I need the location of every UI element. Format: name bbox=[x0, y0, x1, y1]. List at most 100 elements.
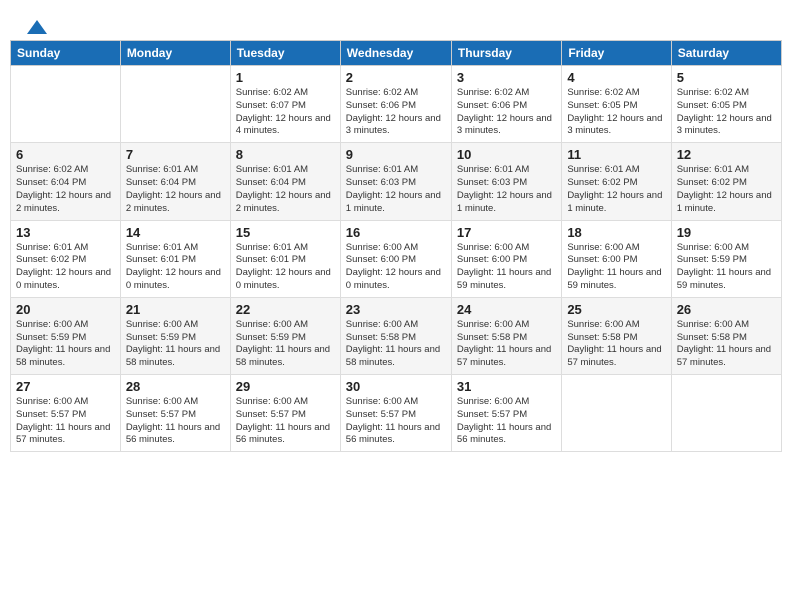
calendar-cell: 2 Sunrise: 6:02 AM Sunset: 6:06 PM Daylig… bbox=[340, 66, 451, 143]
calendar-cell: 29Sunrise: 6:00 AM Sunset: 5:57 PM Dayli… bbox=[230, 375, 340, 452]
calendar-cell bbox=[562, 375, 671, 452]
day-number: 25 bbox=[567, 302, 665, 317]
day-number: 6 bbox=[16, 147, 115, 162]
calendar-cell bbox=[120, 66, 230, 143]
day-number: 14 bbox=[126, 225, 225, 240]
calendar-cell: 25 Sunrise: 6:00 AM Sunset: 5:58 PM Dayli… bbox=[562, 297, 671, 374]
day-number: 12 bbox=[677, 147, 776, 162]
day-number: 24 bbox=[457, 302, 556, 317]
calendar-week-4: 20 Sunrise: 6:00 AM Sunset: 5:59 PM Dayli… bbox=[11, 297, 782, 374]
calendar-cell: 4Sunrise: 6:02 AM Sunset: 6:05 PM Daylig… bbox=[562, 66, 671, 143]
calendar-cell: 23 Sunrise: 6:00 AM Sunset: 5:58 PM Dayli… bbox=[340, 297, 451, 374]
day-number: 18 bbox=[567, 225, 665, 240]
calendar-header-monday: Monday bbox=[120, 41, 230, 66]
calendar-cell: 30Sunrise: 6:00 AM Sunset: 5:57 PM Dayli… bbox=[340, 375, 451, 452]
calendar-cell: 1 Sunrise: 6:02 AM Sunset: 6:07 PM Daylig… bbox=[230, 66, 340, 143]
calendar-header-friday: Friday bbox=[562, 41, 671, 66]
calendar-cell: 12 Sunrise: 6:01 AM Sunset: 6:02 PM Dayli… bbox=[671, 143, 781, 220]
day-number: 17 bbox=[457, 225, 556, 240]
calendar-cell: 17 Sunrise: 6:00 AM Sunset: 6:00 PM Dayli… bbox=[451, 220, 561, 297]
page-header bbox=[10, 10, 782, 35]
day-number: 26 bbox=[677, 302, 776, 317]
day-info: Sunrise: 6:01 AM Sunset: 6:04 PM Dayligh… bbox=[236, 164, 335, 215]
calendar-cell: 27Sunrise: 6:00 AM Sunset: 5:57 PM Dayli… bbox=[11, 375, 121, 452]
day-number: 31 bbox=[457, 379, 556, 394]
day-info: Sunrise: 6:02 AM Sunset: 6:05 PM Dayligh… bbox=[677, 87, 776, 138]
day-number: 22 bbox=[236, 302, 335, 317]
day-info: Sunrise: 6:02 AM Sunset: 6:06 PM Dayligh… bbox=[457, 87, 556, 138]
day-number: 28 bbox=[126, 379, 225, 394]
day-info: Sunrise: 6:00 AM Sunset: 6:00 PM Dayligh… bbox=[346, 242, 446, 293]
logo-icon bbox=[27, 20, 47, 34]
day-info: Sunrise: 6:01 AM Sunset: 6:04 PM Dayligh… bbox=[126, 164, 225, 215]
calendar-cell: 19Sunrise: 6:00 AM Sunset: 5:59 PM Dayli… bbox=[671, 220, 781, 297]
day-number: 13 bbox=[16, 225, 115, 240]
calendar-week-3: 13Sunrise: 6:01 AM Sunset: 6:02 PM Dayli… bbox=[11, 220, 782, 297]
calendar-cell bbox=[11, 66, 121, 143]
day-number: 3 bbox=[457, 70, 556, 85]
day-number: 30 bbox=[346, 379, 446, 394]
day-number: 10 bbox=[457, 147, 556, 162]
calendar-table: SundayMondayTuesdayWednesdayThursdayFrid… bbox=[10, 40, 782, 452]
calendar-cell: 16 Sunrise: 6:00 AM Sunset: 6:00 PM Dayli… bbox=[340, 220, 451, 297]
calendar-cell: 28 Sunrise: 6:00 AM Sunset: 5:57 PM Dayli… bbox=[120, 375, 230, 452]
calendar-cell: 15 Sunrise: 6:01 AM Sunset: 6:01 PM Dayli… bbox=[230, 220, 340, 297]
calendar-cell: 9 Sunrise: 6:01 AM Sunset: 6:03 PM Daylig… bbox=[340, 143, 451, 220]
day-info: Sunrise: 6:02 AM Sunset: 6:06 PM Dayligh… bbox=[346, 87, 446, 138]
calendar-week-1: 1 Sunrise: 6:02 AM Sunset: 6:07 PM Daylig… bbox=[11, 66, 782, 143]
day-number: 19 bbox=[677, 225, 776, 240]
day-info: Sunrise: 6:00 AM Sunset: 5:57 PM Dayligh… bbox=[126, 396, 225, 447]
calendar-cell: 3 Sunrise: 6:02 AM Sunset: 6:06 PM Daylig… bbox=[451, 66, 561, 143]
day-info: Sunrise: 6:00 AM Sunset: 5:59 PM Dayligh… bbox=[126, 319, 225, 370]
day-info: Sunrise: 6:00 AM Sunset: 6:00 PM Dayligh… bbox=[567, 242, 665, 293]
day-number: 16 bbox=[346, 225, 446, 240]
day-info: Sunrise: 6:01 AM Sunset: 6:02 PM Dayligh… bbox=[677, 164, 776, 215]
day-info: Sunrise: 6:01 AM Sunset: 6:01 PM Dayligh… bbox=[126, 242, 225, 293]
day-info: Sunrise: 6:00 AM Sunset: 6:00 PM Dayligh… bbox=[457, 242, 556, 293]
calendar-cell: 5 Sunrise: 6:02 AM Sunset: 6:05 PM Daylig… bbox=[671, 66, 781, 143]
day-info: Sunrise: 6:00 AM Sunset: 5:58 PM Dayligh… bbox=[567, 319, 665, 370]
day-number: 5 bbox=[677, 70, 776, 85]
calendar-cell: 21 Sunrise: 6:00 AM Sunset: 5:59 PM Dayli… bbox=[120, 297, 230, 374]
day-number: 23 bbox=[346, 302, 446, 317]
day-number: 1 bbox=[236, 70, 335, 85]
calendar-cell: 7 Sunrise: 6:01 AM Sunset: 6:04 PM Daylig… bbox=[120, 143, 230, 220]
calendar-header-sunday: Sunday bbox=[11, 41, 121, 66]
calendar-header-wednesday: Wednesday bbox=[340, 41, 451, 66]
calendar-cell: 31 Sunrise: 6:00 AM Sunset: 5:57 PM Dayli… bbox=[451, 375, 561, 452]
day-info: Sunrise: 6:01 AM Sunset: 6:02 PM Dayligh… bbox=[567, 164, 665, 215]
day-number: 15 bbox=[236, 225, 335, 240]
calendar-body: 1 Sunrise: 6:02 AM Sunset: 6:07 PM Daylig… bbox=[11, 66, 782, 452]
day-number: 9 bbox=[346, 147, 446, 162]
calendar-header-row: SundayMondayTuesdayWednesdayThursdayFrid… bbox=[11, 41, 782, 66]
calendar-header-tuesday: Tuesday bbox=[230, 41, 340, 66]
day-number: 27 bbox=[16, 379, 115, 394]
logo bbox=[25, 20, 49, 30]
calendar-cell: 13Sunrise: 6:01 AM Sunset: 6:02 PM Dayli… bbox=[11, 220, 121, 297]
day-number: 11 bbox=[567, 147, 665, 162]
day-info: Sunrise: 6:02 AM Sunset: 6:07 PM Dayligh… bbox=[236, 87, 335, 138]
calendar-cell: 18 Sunrise: 6:00 AM Sunset: 6:00 PM Dayli… bbox=[562, 220, 671, 297]
calendar-cell: 14 Sunrise: 6:01 AM Sunset: 6:01 PM Dayli… bbox=[120, 220, 230, 297]
day-number: 20 bbox=[16, 302, 115, 317]
calendar-cell: 6Sunrise: 6:02 AM Sunset: 6:04 PM Daylig… bbox=[11, 143, 121, 220]
day-number: 8 bbox=[236, 147, 335, 162]
calendar-cell: 8 Sunrise: 6:01 AM Sunset: 6:04 PM Daylig… bbox=[230, 143, 340, 220]
calendar-week-5: 27 Sunrise: 6:00 AM Sunset: 5:57 PM Dayli… bbox=[11, 375, 782, 452]
day-info: Sunrise: 6:00 AM Sunset: 5:58 PM Dayligh… bbox=[346, 319, 446, 370]
day-info: Sunrise: 6:00 AM Sunset: 5:59 PM Dayligh… bbox=[16, 319, 115, 370]
calendar-cell: 22Sunrise: 6:00 AM Sunset: 5:59 PM Dayli… bbox=[230, 297, 340, 374]
calendar-cell: 26Sunrise: 6:00 AM Sunset: 5:58 PM Dayli… bbox=[671, 297, 781, 374]
calendar-cell bbox=[671, 375, 781, 452]
day-info: Sunrise: 6:01 AM Sunset: 6:03 PM Dayligh… bbox=[457, 164, 556, 215]
day-number: 21 bbox=[126, 302, 225, 317]
day-number: 2 bbox=[346, 70, 446, 85]
day-info: Sunrise: 6:01 AM Sunset: 6:01 PM Dayligh… bbox=[236, 242, 335, 293]
day-number: 29 bbox=[236, 379, 335, 394]
day-number: 7 bbox=[126, 147, 225, 162]
calendar-header-thursday: Thursday bbox=[451, 41, 561, 66]
day-info: Sunrise: 6:02 AM Sunset: 6:05 PM Dayligh… bbox=[567, 87, 665, 138]
calendar-cell: 24Sunrise: 6:00 AM Sunset: 5:58 PM Dayli… bbox=[451, 297, 561, 374]
day-info: Sunrise: 6:01 AM Sunset: 6:03 PM Dayligh… bbox=[346, 164, 446, 215]
day-info: Sunrise: 6:00 AM Sunset: 5:57 PM Dayligh… bbox=[457, 396, 556, 447]
